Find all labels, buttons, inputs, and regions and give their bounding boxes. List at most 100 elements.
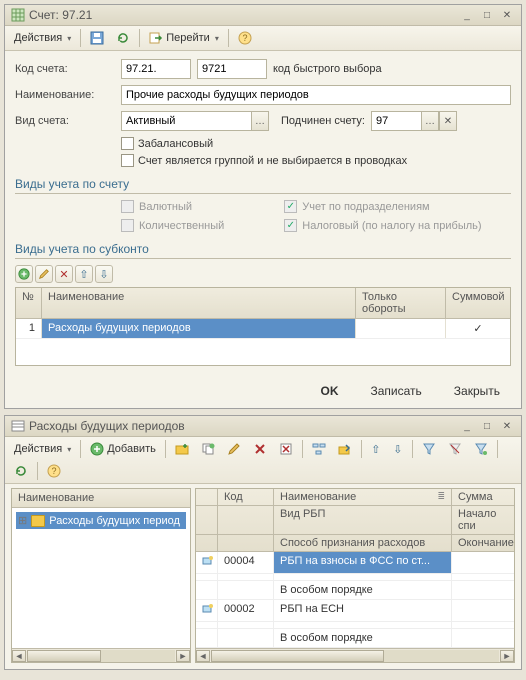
scroll-right-button[interactable]: ► <box>500 650 514 662</box>
subconto-grid[interactable]: № Наименование Только обороты Суммовой 1… <box>15 287 511 366</box>
quick-code-input[interactable] <box>197 59 267 79</box>
cell-sum <box>452 552 514 573</box>
filter-button[interactable] <box>417 439 441 459</box>
ellipsis-button[interactable]: … <box>421 111 439 131</box>
code-input[interactable] <box>121 59 191 79</box>
name-label: Наименование: <box>15 89 115 101</box>
filter-off-button[interactable] <box>443 439 467 459</box>
col-mark[interactable] <box>196 489 218 506</box>
parent-combo[interactable]: … ✕ <box>371 111 457 131</box>
close-button[interactable]: Закрыть <box>443 380 511 402</box>
ellipsis-button[interactable]: … <box>251 111 269 131</box>
list-row[interactable] <box>196 574 514 581</box>
scroll-thumb[interactable] <box>27 650 101 662</box>
kind-input[interactable] <box>121 111 251 131</box>
help-button[interactable]: ? <box>42 461 66 481</box>
isgroup-checkbox[interactable] <box>121 154 134 167</box>
parent-input[interactable] <box>371 111 421 131</box>
list-scrollbar[interactable]: ◄ ► <box>196 648 514 662</box>
save-button[interactable]: Записать <box>360 380 433 402</box>
scroll-left-button[interactable]: ◄ <box>196 650 210 662</box>
offbalance-label: Забалансовый <box>138 138 213 150</box>
kind-combo[interactable]: … <box>121 111 269 131</box>
level-up-button[interactable]: ⇧ <box>366 439 386 459</box>
col-code[interactable]: Код <box>218 489 274 506</box>
move-up-button[interactable]: ⇧ <box>75 265 93 283</box>
add-folder-button[interactable] <box>170 439 194 459</box>
minimize-button[interactable]: _ <box>459 8 475 22</box>
tree-scrollbar[interactable]: ◄ ► <box>12 648 190 662</box>
scroll-right-button[interactable]: ► <box>176 650 190 662</box>
list-row[interactable]: В особом порядке <box>196 629 514 648</box>
list-row[interactable]: 00004 РБП на взносы в ФСС по ст... <box>196 552 514 574</box>
footer: OK Записать Закрыть <box>5 374 521 408</box>
col-name-label: Наименование <box>280 491 356 503</box>
col-name[interactable]: Наименование <box>42 288 356 318</box>
col-name[interactable]: Наименование ≣ <box>274 489 452 506</box>
offbalance-checkbox[interactable] <box>121 137 134 150</box>
separator <box>165 440 166 458</box>
close-button[interactable]: ✕ <box>499 419 515 433</box>
actions-menu[interactable]: Действия ▾ <box>9 439 76 459</box>
list-row[interactable]: В особом порядке <box>196 581 514 600</box>
delete-button[interactable] <box>248 439 272 459</box>
close-button[interactable]: ✕ <box>499 8 515 22</box>
hierarchy-button[interactable] <box>307 439 331 459</box>
separator <box>497 440 498 458</box>
tree-header[interactable]: Наименование <box>12 489 190 508</box>
list-body[interactable]: 00004 РБП на взносы в ФСС по ст... В осо… <box>196 552 514 648</box>
grid-row[interactable]: 1 Расходы будущих периодов ✓ <box>16 319 510 339</box>
minimize-button[interactable]: _ <box>459 419 475 433</box>
refresh-icon <box>14 464 28 478</box>
item-icon <box>202 603 214 615</box>
tree-node[interactable]: ⊞ Расходы будущих период <box>16 512 186 529</box>
folder-plus-icon <box>175 442 189 456</box>
help-button[interactable]: ? <box>233 28 257 48</box>
expand-icon[interactable]: ⊞ <box>18 514 27 527</box>
pencil-icon <box>227 442 241 456</box>
ok-button[interactable]: OK <box>310 380 350 402</box>
separator <box>80 440 81 458</box>
maximize-button[interactable]: □ <box>479 8 495 22</box>
goto-menu[interactable]: Перейти ▾ <box>144 28 224 48</box>
move-down-button[interactable]: ⇩ <box>95 265 113 283</box>
copy-button[interactable] <box>196 439 220 459</box>
col-sum[interactable]: Суммовой <box>446 288 510 318</box>
clear-button[interactable]: ✕ <box>439 111 457 131</box>
add-row-button[interactable] <box>15 265 33 283</box>
name-input[interactable] <box>121 85 511 105</box>
scroll-thumb[interactable] <box>211 650 384 662</box>
refresh-button[interactable] <box>9 461 33 481</box>
move-to-group-button[interactable] <box>333 439 357 459</box>
edit-row-button[interactable] <box>35 265 53 283</box>
col-start[interactable]: Начало спи <box>452 506 514 535</box>
mark-delete-button[interactable] <box>274 439 298 459</box>
delete-icon <box>253 442 267 456</box>
col-sum[interactable]: Сумма <box>452 489 514 506</box>
col-end[interactable]: Окончание <box>452 535 514 551</box>
level-down-button[interactable]: ⇩ <box>388 439 408 459</box>
cell-name: Расходы будущих периодов <box>42 319 356 338</box>
col-kind[interactable]: Вид РБП <box>274 506 452 535</box>
list-row[interactable]: 00002 РБП на ЕСН <box>196 600 514 622</box>
separator <box>302 440 303 458</box>
save-button[interactable] <box>85 28 109 48</box>
scroll-left-button[interactable]: ◄ <box>12 650 26 662</box>
actions-menu[interactable]: Действия ▾ <box>9 28 76 48</box>
titlebar: Счет: 97.21 _ □ ✕ <box>5 5 521 26</box>
add-button[interactable]: Добавить <box>85 439 161 459</box>
list-header: Код Наименование ≣ Сумма Вид РБП Начало … <box>196 489 514 552</box>
col-num[interactable]: № <box>16 288 42 318</box>
list-row[interactable] <box>196 622 514 629</box>
isgroup-label: Счет является группой и не выбирается в … <box>138 155 407 167</box>
edit-button[interactable] <box>222 439 246 459</box>
delete-row-button[interactable]: ✕ <box>55 265 73 283</box>
scroll-track[interactable] <box>27 650 175 662</box>
refresh-button[interactable] <box>111 28 135 48</box>
maximize-button[interactable]: □ <box>479 419 495 433</box>
scroll-track[interactable] <box>211 650 499 662</box>
separator <box>80 29 81 47</box>
col-turn[interactable]: Только обороты <box>356 288 446 318</box>
col-method[interactable]: Способ признания расходов <box>274 535 452 551</box>
filter-value-button[interactable] <box>469 439 493 459</box>
